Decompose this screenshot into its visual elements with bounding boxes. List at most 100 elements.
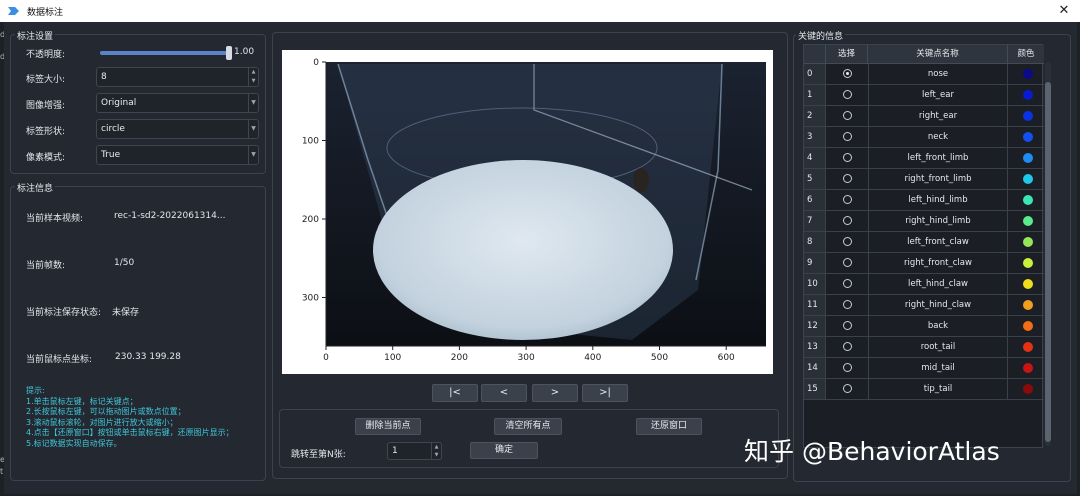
arena-floor — [373, 160, 673, 340]
opacity-slider[interactable] — [100, 46, 232, 60]
last-frame-button[interactable]: >| — [582, 384, 628, 402]
y-tick-label: 100 — [302, 137, 319, 147]
table-row[interactable]: 7 right_hind_limb — [804, 211, 1044, 232]
table-row[interactable]: 1 left_ear — [804, 85, 1044, 106]
keypoint-name: left_hind_limb — [868, 190, 1008, 210]
label-size-spinbox[interactable]: 8 ▲ ▼ — [96, 67, 259, 87]
table-row[interactable]: 0 nose — [804, 64, 1044, 85]
jump-spinbox[interactable]: 1 ▲ ▼ — [387, 442, 442, 460]
chevron-down-icon[interactable]: ▼ — [248, 146, 258, 164]
table-row[interactable]: 15 tip_tail — [804, 379, 1044, 400]
clear-points-button[interactable]: 清空所有点 — [494, 418, 562, 435]
keypoint-color-swatch[interactable] — [1023, 279, 1033, 289]
restore-window-button[interactable]: 还原窗口 — [636, 418, 702, 435]
keypoint-color-swatch[interactable] — [1023, 69, 1033, 79]
row-index: 9 — [804, 253, 826, 273]
keypoint-color-swatch[interactable] — [1023, 153, 1033, 163]
keypoint-name: neck — [868, 127, 1008, 147]
select-radio[interactable] — [843, 258, 852, 267]
hint-line: 1.单击鼠标左键，标记关键点； — [26, 396, 138, 406]
header-select: 选择 — [826, 45, 868, 63]
x-tick-label: 500 — [651, 353, 668, 363]
select-radio[interactable] — [843, 132, 852, 141]
image-canvas[interactable]: 0 100 200 300 400 500 600 0 100 200 300 — [282, 50, 773, 374]
select-radio[interactable] — [843, 90, 852, 99]
table-row[interactable]: 3 neck — [804, 127, 1044, 148]
table-row[interactable]: 5 right_front_limb — [804, 169, 1044, 190]
keypoint-color-swatch[interactable] — [1023, 258, 1033, 268]
keypoint-color-swatch[interactable] — [1023, 195, 1033, 205]
label-size-label: 标签大小: — [26, 75, 66, 85]
enhance-select[interactable]: Original ▼ — [96, 93, 259, 113]
keypoint-color-swatch[interactable] — [1023, 384, 1033, 394]
table-row[interactable]: 13 root_tail — [804, 337, 1044, 358]
select-radio[interactable] — [843, 321, 852, 330]
keypoint-color-swatch[interactable] — [1023, 132, 1033, 142]
select-radio[interactable] — [843, 384, 852, 393]
select-radio[interactable] — [843, 363, 852, 372]
select-radio[interactable] — [843, 216, 852, 225]
keypoint-color-swatch[interactable] — [1023, 237, 1033, 247]
keypoint-color-swatch[interactable] — [1023, 216, 1033, 226]
pixel-mode-select[interactable]: True ▼ — [96, 145, 259, 165]
table-row[interactable]: 9 right_front_claw — [804, 253, 1044, 274]
keypoint-color-swatch[interactable] — [1023, 111, 1033, 121]
table-row[interactable]: 12 back — [804, 316, 1044, 337]
spin-arrows-icon[interactable]: ▲ ▼ — [248, 68, 258, 86]
keypoint-table: 选择 关键点名称 颜色 0 nose 1 left_ear 2 right_ear 3 nec… — [803, 44, 1044, 448]
row-index: 6 — [804, 190, 826, 210]
y-tick-label: 0 — [313, 58, 319, 68]
spin-arrows-icon[interactable]: ▲ ▼ — [431, 443, 441, 459]
keypoint-color-swatch[interactable] — [1023, 174, 1033, 184]
delete-point-button[interactable]: 删除当前点 — [355, 418, 421, 435]
table-scrollbar[interactable] — [1045, 62, 1051, 446]
table-row[interactable]: 6 left_hind_limb — [804, 190, 1044, 211]
hint-line: 3.滚动鼠标滚轮，对图片进行放大或缩小； — [26, 417, 178, 427]
prev-frame-button[interactable]: < — [481, 384, 527, 402]
keypoint-color-swatch[interactable] — [1023, 321, 1033, 331]
opacity-label: 不透明度: — [26, 50, 66, 60]
select-radio[interactable] — [843, 195, 852, 204]
close-icon[interactable]: ✕ — [1056, 3, 1072, 19]
select-radio[interactable] — [843, 279, 852, 288]
select-radio[interactable] — [843, 174, 852, 183]
keypoint-color-swatch[interactable] — [1023, 300, 1033, 310]
table-row[interactable]: 2 right_ear — [804, 106, 1044, 127]
table-row[interactable]: 14 mid_tail — [804, 358, 1044, 379]
shape-select[interactable]: circle ▼ — [96, 119, 259, 139]
shape-label: 标签形状: — [26, 127, 66, 137]
confirm-button[interactable]: 确定 — [470, 442, 538, 459]
x-tick-label: 0 — [323, 353, 329, 363]
select-radio[interactable] — [843, 342, 852, 351]
row-index: 14 — [804, 358, 826, 378]
row-index: 2 — [804, 106, 826, 126]
select-radio[interactable] — [843, 69, 852, 78]
shape-value: circle — [101, 124, 125, 134]
title-bar: 数据标注 ✕ — [0, 0, 1080, 22]
keypoint-color-swatch[interactable] — [1023, 90, 1033, 100]
first-frame-button[interactable]: |< — [432, 384, 478, 402]
select-radio[interactable] — [843, 153, 852, 162]
header-index — [804, 45, 826, 63]
keypoint-color-swatch[interactable] — [1023, 342, 1033, 352]
select-radio[interactable] — [843, 111, 852, 120]
table-row[interactable]: 8 left_front_claw — [804, 232, 1044, 253]
app-icon — [8, 7, 19, 15]
chevron-down-icon[interactable]: ▼ — [248, 94, 258, 112]
next-frame-button[interactable]: > — [532, 384, 578, 402]
select-radio[interactable] — [843, 300, 852, 309]
table-row[interactable]: 4 left_front_limb — [804, 148, 1044, 169]
enhance-value: Original — [101, 98, 137, 108]
keypoint-name: left_front_limb — [868, 148, 1008, 168]
chevron-down-icon[interactable]: ▼ — [248, 120, 258, 138]
image-plot[interactable]: 0 100 200 300 400 500 600 0 100 200 300 — [282, 50, 773, 374]
label-size-value: 8 — [101, 72, 107, 82]
table-row[interactable]: 11 right_hind_claw — [804, 295, 1044, 316]
table-row[interactable]: 10 left_hind_claw — [804, 274, 1044, 295]
select-radio[interactable] — [843, 237, 852, 246]
scrollbar-thumb[interactable] — [1045, 82, 1051, 442]
keypoint-color-swatch[interactable] — [1023, 363, 1033, 373]
header-color: 颜色 — [1017, 49, 1035, 59]
slider-handle[interactable] — [226, 46, 232, 60]
row-index: 11 — [804, 295, 826, 315]
